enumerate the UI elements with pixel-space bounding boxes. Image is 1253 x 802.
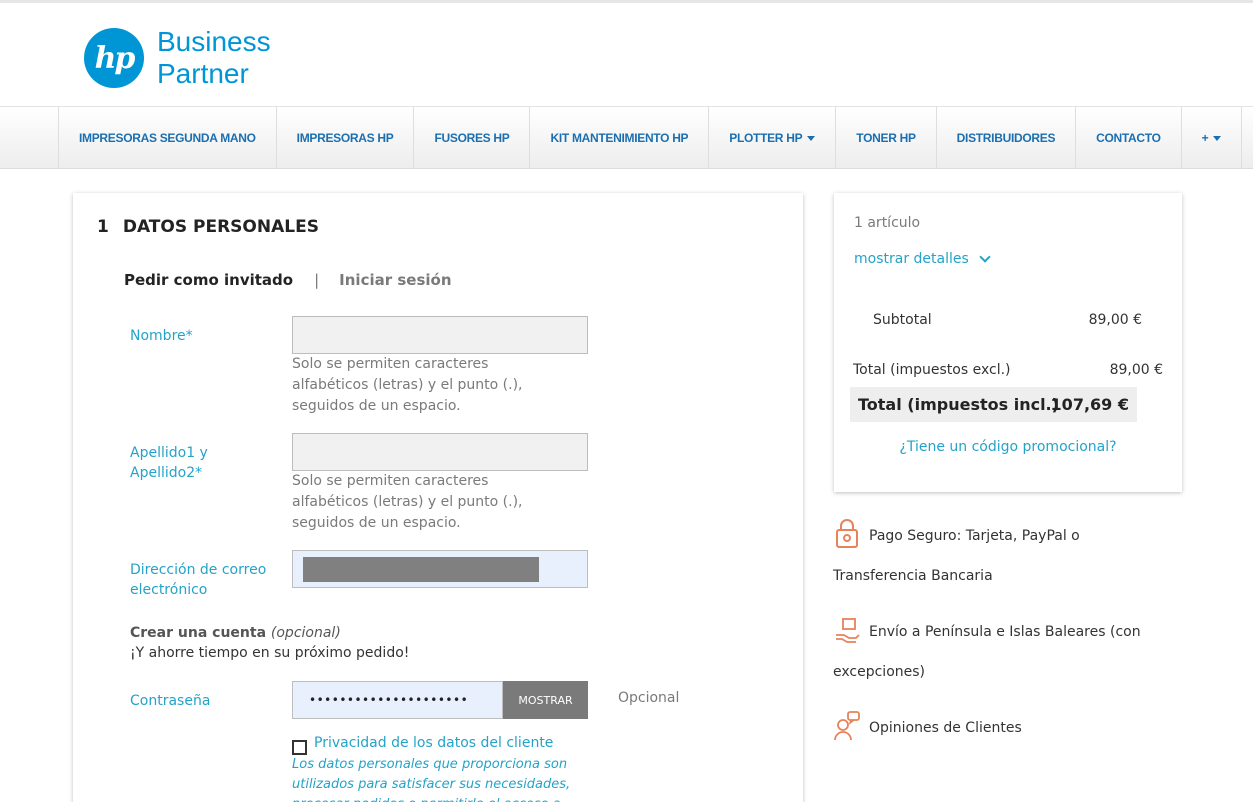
total-incl-label: Total (impuestos incl.) bbox=[858, 395, 1059, 414]
caret-down-icon bbox=[1213, 136, 1222, 141]
total-incl-value: 107,69 € bbox=[1050, 395, 1129, 414]
section-title: 1 DATOS PERSONALES bbox=[97, 217, 319, 237]
password-optional-note: Opcional bbox=[618, 690, 680, 706]
reassurance-shipping: Envío a Península e Islas Baleares (con … bbox=[833, 612, 1163, 692]
last-name-label: Apellido1 y Apellido2* bbox=[130, 443, 208, 483]
nav-item-impresoras-hp[interactable]: IMPRESORAS HP bbox=[277, 107, 415, 169]
privacy-label[interactable]: Privacidad de los datos del cliente bbox=[314, 735, 553, 751]
chevron-down-icon bbox=[979, 251, 991, 263]
logo-line-2: Partner bbox=[157, 58, 249, 89]
nav-item-distribuidores[interactable]: DISTRIBUIDORES bbox=[937, 107, 1077, 169]
show-password-button[interactable]: MOSTRAR bbox=[503, 681, 588, 719]
last-name-hint: Solo se permiten caracteres alfabéticos … bbox=[292, 473, 523, 531]
nav-item-more[interactable]: + bbox=[1182, 107, 1243, 169]
nav-menu: IMPRESORAS SEGUNDA MANO IMPRESORAS HP FU… bbox=[58, 107, 1243, 169]
nav-item-label: + bbox=[1201, 131, 1209, 145]
item-count: 1 artículo bbox=[854, 215, 921, 231]
order-summary-card: 1 artículo mostrar detalles Subtotal 89,… bbox=[834, 193, 1182, 492]
first-name-field[interactable] bbox=[292, 316, 588, 354]
create-account-optional: (opcional) bbox=[270, 625, 341, 641]
nav-item-fusores-hp[interactable]: FUSORES HP bbox=[414, 107, 531, 169]
email-field[interactable] bbox=[292, 550, 588, 588]
step-number: 1 bbox=[97, 217, 109, 237]
last-name-label-line-2: Apellido2* bbox=[130, 465, 203, 481]
nav-item-label: KIT MANTENIMIENTO HP bbox=[550, 131, 689, 145]
checkout-mode-tabs: Pedir como invitado | Iniciar sesión bbox=[124, 271, 452, 289]
email-redacted-value bbox=[303, 557, 539, 582]
step-title: DATOS PERSONALES bbox=[122, 217, 319, 237]
nav-item-impresoras-segunda-mano[interactable]: IMPRESORAS SEGUNDA MANO bbox=[59, 107, 277, 169]
reassurance-payment-text: Pago Seguro: Tarjeta, PayPal o Transfere… bbox=[833, 528, 1080, 584]
subtotal-value: 89,00 € bbox=[1088, 312, 1142, 328]
hp-logo-icon: hp bbox=[84, 28, 144, 88]
nav-item-label: DISTRIBUIDORES bbox=[956, 131, 1056, 145]
total-excl-value: 89,00 € bbox=[1109, 362, 1163, 378]
nav-item-kit-mantenimiento-hp[interactable]: KIT MANTENIMIENTO HP bbox=[530, 107, 710, 169]
nav-item-label: PLOTTER HP bbox=[729, 131, 803, 145]
total-excl-label: Total (impuestos excl.) bbox=[853, 362, 1011, 378]
subtotal-label: Subtotal bbox=[873, 312, 932, 328]
tab-separator: | bbox=[314, 271, 320, 289]
first-name-hint: Solo se permiten caracteres alfabéticos … bbox=[292, 356, 523, 414]
email-label-line-1: Dirección de correo bbox=[130, 562, 267, 578]
nav-item-contacto[interactable]: CONTACTO bbox=[1076, 107, 1182, 169]
logo-text: Business Partner bbox=[157, 26, 271, 90]
nav-item-label: TONER HP bbox=[856, 131, 916, 145]
nav-item-label: CONTACTO bbox=[1096, 131, 1161, 145]
caret-down-icon bbox=[807, 136, 816, 141]
total-incl-row: Total (impuestos incl.) 107,69 € bbox=[850, 387, 1137, 422]
first-name-label: Nombre* bbox=[130, 328, 193, 344]
site-header: hp Business Partner bbox=[0, 6, 1253, 106]
hp-business-partner-logo[interactable]: hp Business Partner bbox=[84, 26, 271, 90]
main-nav: IMPRESORAS SEGUNDA MANO IMPRESORAS HP FU… bbox=[0, 106, 1253, 169]
last-name-label-line-1: Apellido1 y bbox=[130, 445, 208, 461]
privacy-text: Los datos personales que proporciona son… bbox=[292, 757, 571, 802]
customer-reviews-icon bbox=[833, 709, 861, 741]
email-label-line-2: electrónico bbox=[130, 582, 208, 598]
show-details-link[interactable]: mostrar detalles bbox=[854, 251, 991, 267]
last-name-field[interactable] bbox=[292, 433, 588, 471]
reassurance-payment: Pago Seguro: Tarjeta, PayPal o Transfere… bbox=[833, 516, 1163, 596]
reassurance-reviews: Opiniones de Clientes bbox=[833, 708, 1163, 748]
padlock-icon bbox=[833, 517, 861, 549]
personal-data-card: 1 DATOS PERSONALES Pedir como invitado | … bbox=[73, 193, 803, 802]
privacy-checkbox[interactable] bbox=[292, 740, 307, 755]
promo-code-link[interactable]: ¿Tiene un código promocional? bbox=[834, 439, 1182, 455]
password-label: Contraseña bbox=[130, 693, 211, 709]
create-account-subtitle: ¡Y ahorre tiempo en su próximo pedido! bbox=[130, 645, 410, 661]
nav-item-label: IMPRESORAS HP bbox=[296, 131, 394, 145]
tab-login[interactable]: Iniciar sesión bbox=[339, 271, 451, 289]
show-details-label: mostrar detalles bbox=[854, 251, 969, 267]
logo-line-1: Business bbox=[157, 26, 271, 57]
create-account-title-text: Crear una cuenta bbox=[130, 625, 267, 641]
nav-item-toner-hp[interactable]: TONER HP bbox=[836, 107, 937, 169]
reassurance-shipping-text: Envío a Península e Islas Baleares (con … bbox=[833, 624, 1141, 680]
reassurance-reviews-text: Opiniones de Clientes bbox=[869, 720, 1022, 736]
create-account-title: Crear una cuenta (opcional) bbox=[130, 625, 341, 641]
nav-item-plotter-hp[interactable]: PLOTTER HP bbox=[709, 107, 837, 169]
nav-item-label: IMPRESORAS SEGUNDA MANO bbox=[79, 131, 256, 145]
password-field[interactable]: ••••••••••••••••••••• bbox=[292, 681, 503, 719]
nav-item-label: FUSORES HP bbox=[434, 131, 510, 145]
delivery-box-icon bbox=[833, 613, 861, 645]
email-label: Dirección de correo electrónico bbox=[130, 560, 266, 600]
tab-guest[interactable]: Pedir como invitado bbox=[124, 271, 293, 289]
